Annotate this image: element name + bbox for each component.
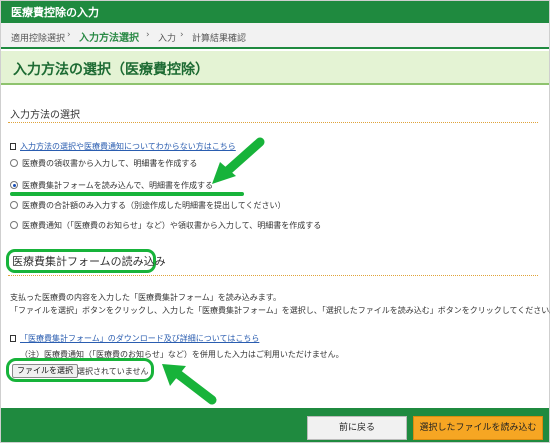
download-link-row: 「医療費集計フォーム」のダウンロード及び詳細についてはこちら — [10, 333, 259, 344]
annotation-arrow-icon — [162, 364, 217, 405]
option-total-only[interactable]: 医療費の合計額のみ入力する（別途作成した明細書を提出してください） — [10, 200, 286, 211]
radio-button[interactable] — [10, 201, 18, 209]
radio-button[interactable] — [10, 221, 18, 229]
annotation-arrow-icon — [212, 137, 265, 184]
radio-button-selected[interactable] — [10, 181, 18, 189]
option-label: 医療費の領収書から入力して、明細書を作成する — [22, 159, 198, 168]
help-link-row: 入力方法の選択や医療費通知についてわからない方はこちら — [10, 141, 236, 152]
option-label: 医療費通知（「医療費のお知らせ」など）や領収書から入力して、明細書を作成する — [22, 221, 322, 230]
option-load-form[interactable]: 医療費集計フォームを読み込んで、明細書を作成する — [10, 180, 213, 191]
option-medical-notice[interactable]: 医療費通知（「医療費のお知らせ」など）や領収書から入力して、明細書を作成する — [10, 220, 321, 231]
file-status: 選択されていません — [77, 367, 149, 376]
section-divider — [8, 122, 538, 123]
breadcrumb-separator: › — [67, 30, 71, 40]
title-bar: 医療費控除の入力 — [1, 1, 549, 23]
breadcrumb: 適用控除選択 › 入力方法選択 › 入力 › 計算結果確認 — [1, 23, 549, 49]
load-file-button[interactable]: 選択したファイルを読み込む — [413, 416, 543, 440]
breadcrumb-separator: › — [180, 30, 184, 40]
document-icon — [10, 335, 16, 342]
back-button[interactable]: 前に戻る — [307, 416, 407, 440]
section-title-form: 医療費集計フォームの読み込み — [12, 255, 166, 268]
highlight-underline — [10, 192, 244, 196]
page-header: 入力方法の選択（医療費控除） — [1, 51, 549, 85]
breadcrumb-step-input: 入力 — [158, 34, 177, 44]
choose-file-button[interactable]: ファイルを選択 — [12, 364, 78, 378]
section-divider — [8, 275, 538, 276]
download-link[interactable]: 「医療費集計フォーム」のダウンロード及び詳細についてはこちら — [20, 334, 259, 343]
help-link[interactable]: 入力方法の選択や医療費通知についてわからない方はこちら — [20, 142, 236, 151]
page-title: 入力方法の選択（医療費控除） — [13, 62, 209, 78]
option-label: 医療費集計フォームを読み込んで、明細書を作成する — [22, 181, 214, 190]
option-label: 医療費の合計額のみ入力する（別途作成した明細書を提出してください） — [22, 201, 286, 210]
breadcrumb-step-result: 計算結果確認 — [192, 34, 247, 44]
breadcrumb-step-method-selection: 入力方法選択 — [79, 33, 139, 44]
breadcrumb-separator: › — [146, 30, 150, 40]
window-title: 医療費控除の入力 — [11, 6, 99, 19]
option-receipt-input[interactable]: 医療費の領収書から入力して、明細書を作成する — [10, 158, 197, 169]
form-description-2: 「ファイルを選択」ボタンをクリックし、入力した「医療費集計フォーム」を選択し、「… — [10, 306, 550, 315]
breadcrumb-step-deduction-selection: 適用控除選択 — [11, 34, 66, 44]
section-title-method: 入力方法の選択 — [10, 110, 80, 121]
radio-button[interactable] — [10, 159, 18, 167]
form-description-1: 支払った医療費の内容を入力した「医療費集計フォーム」を読み込みます。 — [10, 293, 281, 302]
document-icon — [10, 143, 16, 150]
